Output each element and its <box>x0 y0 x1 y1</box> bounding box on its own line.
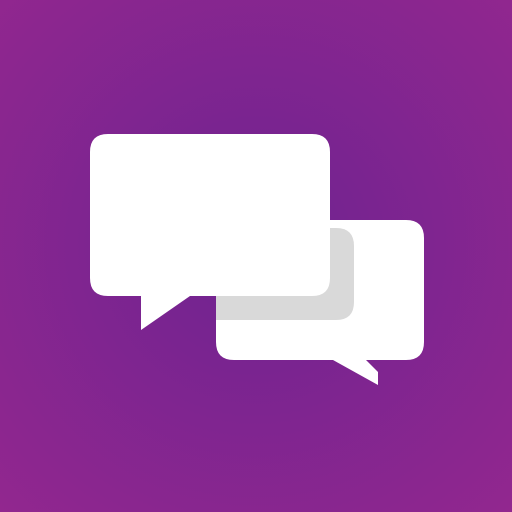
chat-bubbles-icon <box>90 134 424 385</box>
app-icon <box>0 0 512 512</box>
